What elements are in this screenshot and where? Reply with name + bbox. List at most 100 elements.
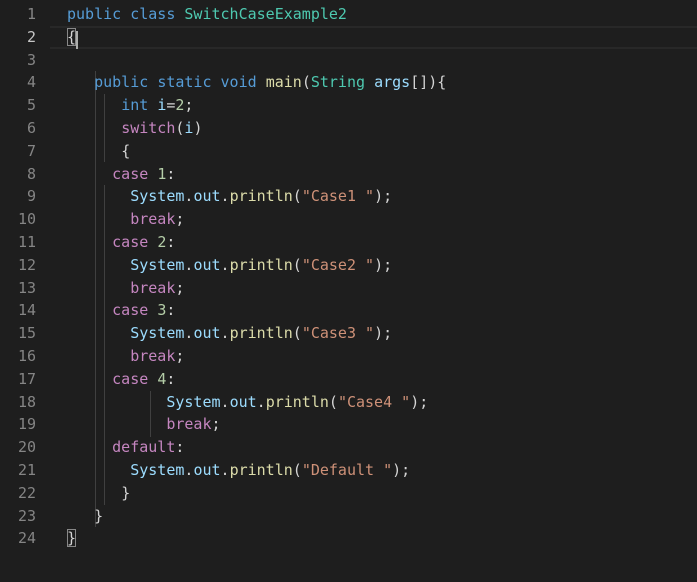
line-number[interactable]: 17 bbox=[0, 368, 50, 391]
code-line[interactable]: { bbox=[67, 26, 697, 49]
line-number[interactable]: 8 bbox=[0, 163, 50, 186]
line-number[interactable]: 19 bbox=[0, 413, 50, 436]
code-token: "Case4 " bbox=[337, 392, 411, 411]
line-number[interactable]: 16 bbox=[0, 345, 50, 368]
code-token: class bbox=[130, 5, 176, 23]
code-token: System bbox=[130, 187, 185, 206]
code-token: ); bbox=[374, 187, 393, 206]
code-line[interactable]: case 2: bbox=[67, 231, 697, 254]
line-number[interactable]: 21 bbox=[0, 459, 50, 482]
code-line[interactable]: public static void main(String args[]){ bbox=[67, 71, 697, 94]
code-area[interactable]: public class SwitchCaseExample2{​ public… bbox=[67, 3, 697, 550]
code-token: . bbox=[256, 392, 266, 411]
code-token: args bbox=[374, 73, 411, 92]
code-line[interactable]: public class SwitchCaseExample2 bbox=[67, 3, 697, 26]
code-line[interactable]: case 3: bbox=[67, 299, 697, 322]
line-number[interactable]: 1 bbox=[0, 3, 50, 26]
code-line[interactable]: } bbox=[67, 527, 697, 550]
code-line[interactable]: case 1: bbox=[67, 163, 697, 186]
code-line[interactable]: break; bbox=[67, 345, 697, 368]
code-line[interactable]: case 4: bbox=[67, 368, 697, 391]
code-token: void bbox=[220, 73, 257, 92]
line-number[interactable]: 9 bbox=[0, 185, 50, 208]
code-token: []){ bbox=[410, 73, 447, 92]
code-line[interactable]: System.out.println("Case1 "); bbox=[67, 185, 697, 208]
code-token: break bbox=[130, 346, 176, 365]
code-line[interactable]: System.out.println("Case4 "); bbox=[67, 391, 697, 414]
code-token: . bbox=[220, 187, 230, 206]
code-token: int bbox=[121, 96, 149, 115]
code-token: ; bbox=[175, 346, 185, 365]
code-line[interactable]: System.out.println("Default "); bbox=[67, 459, 697, 482]
code-line[interactable]: int i=2; bbox=[67, 94, 697, 117]
line-number[interactable]: 12 bbox=[0, 254, 50, 277]
code-token: ); bbox=[410, 392, 429, 411]
code-token: ( bbox=[328, 392, 338, 411]
line-number[interactable]: 5 bbox=[0, 94, 50, 117]
code-token: case bbox=[112, 301, 149, 320]
line-number[interactable]: 24 bbox=[0, 527, 50, 550]
line-number[interactable]: 20 bbox=[0, 436, 50, 459]
code-token: } bbox=[121, 483, 131, 502]
code-token: ); bbox=[374, 255, 393, 274]
line-number[interactable]: 6 bbox=[0, 117, 50, 140]
code-token: : bbox=[166, 164, 176, 183]
line-number[interactable]: 7 bbox=[0, 140, 50, 163]
line-number[interactable]: 10 bbox=[0, 208, 50, 231]
code-line[interactable]: default: bbox=[67, 436, 697, 459]
code-token: switch bbox=[121, 118, 176, 137]
code-token: static bbox=[157, 73, 212, 92]
line-number[interactable]: 14 bbox=[0, 299, 50, 322]
code-line[interactable]: } bbox=[67, 505, 697, 528]
line-number[interactable]: 15 bbox=[0, 322, 50, 345]
code-token: out bbox=[193, 255, 221, 274]
code-line[interactable]: System.out.println("Case2 "); bbox=[67, 254, 697, 277]
code-line[interactable]: switch(i) bbox=[67, 117, 697, 140]
code-token: ; bbox=[184, 96, 194, 115]
code-line[interactable]: { bbox=[67, 140, 697, 163]
line-number[interactable]: 22 bbox=[0, 482, 50, 505]
code-token: 2 bbox=[157, 232, 167, 251]
code-line[interactable]: ​ bbox=[67, 49, 697, 72]
code-line[interactable]: } bbox=[67, 482, 697, 505]
line-number[interactable]: 4 bbox=[0, 71, 50, 94]
code-token: 3 bbox=[157, 301, 167, 320]
line-number[interactable]: 3 bbox=[0, 49, 50, 72]
code-token: ( bbox=[301, 73, 311, 92]
code-token: out bbox=[193, 187, 221, 206]
code-token: 4 bbox=[157, 369, 167, 388]
code-token: ; bbox=[175, 210, 185, 229]
code-token: ( bbox=[292, 460, 302, 479]
code-token: ; bbox=[211, 415, 221, 434]
line-number[interactable]: 2 bbox=[0, 26, 50, 49]
line-number[interactable]: 11 bbox=[0, 231, 50, 254]
code-line[interactable]: break; bbox=[67, 277, 697, 300]
code-line[interactable]: break; bbox=[67, 208, 697, 231]
code-token: "Default " bbox=[301, 460, 393, 479]
code-token: public bbox=[94, 73, 149, 92]
line-number[interactable]: 18 bbox=[0, 391, 50, 414]
code-token: "Case3 " bbox=[301, 324, 375, 343]
code-editor[interactable]: 1 2 3 4 5 6 7 8 9 10 11 12 13 14 15 16 17 18 19 20 21 22 23 24 … bbox=[0, 0, 697, 582]
code-line[interactable]: System.out.println("Case3 "); bbox=[67, 322, 697, 345]
line-number-gutter[interactable]: 1 2 3 4 5 6 7 8 9 10 11 12 13 14 15 16 17 18 19 20 21 22 23 24 bbox=[0, 3, 50, 550]
code-line[interactable]: break; bbox=[67, 413, 697, 436]
line-number[interactable]: 23 bbox=[0, 505, 50, 528]
code-token: System bbox=[130, 460, 185, 479]
line-number[interactable]: 13 bbox=[0, 277, 50, 300]
